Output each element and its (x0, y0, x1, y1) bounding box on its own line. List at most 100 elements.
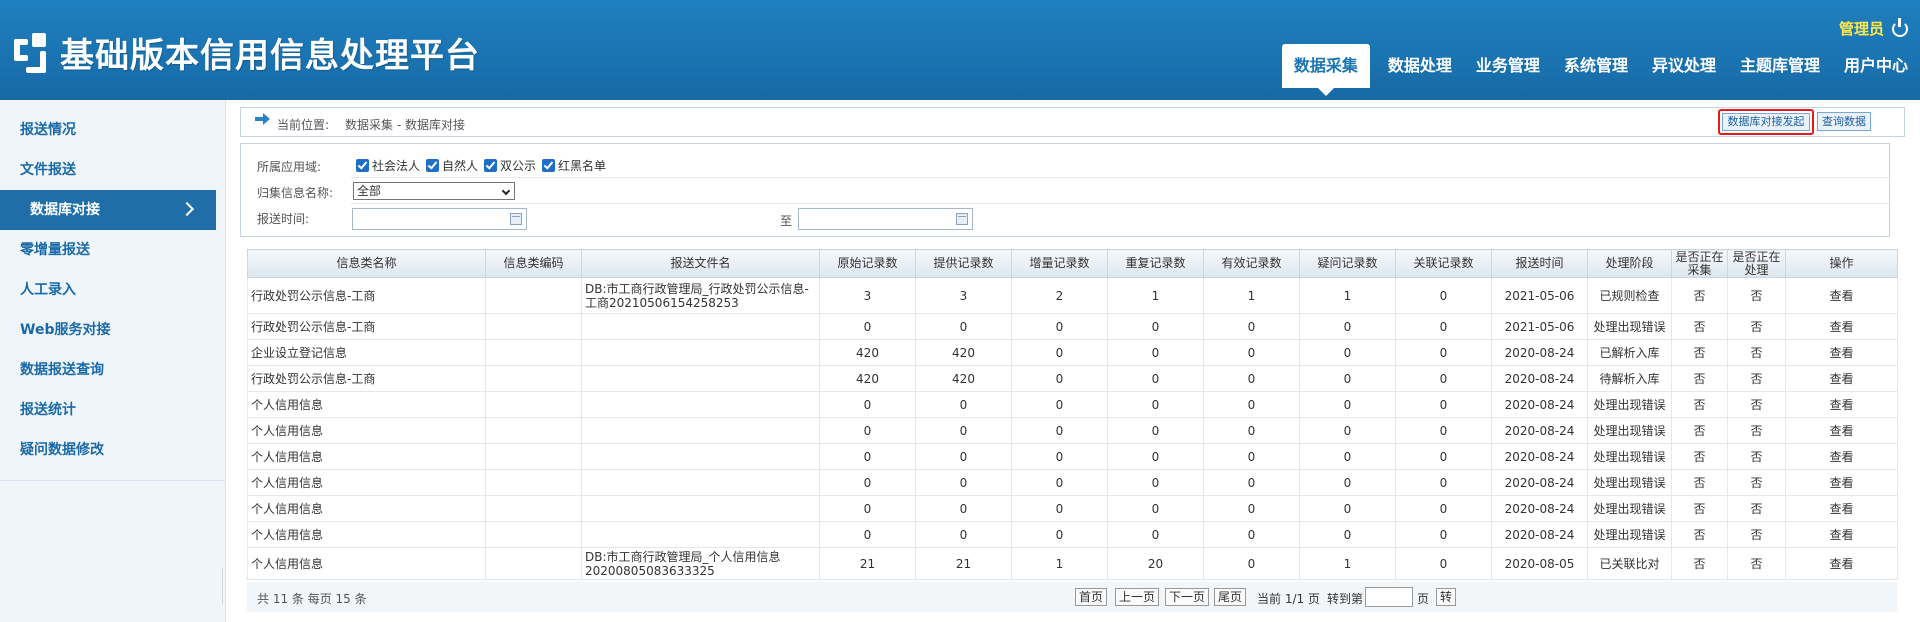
cell-processing: 否 (1727, 417, 1786, 444)
cell-action[interactable]: 查看 (1785, 443, 1898, 470)
view-link[interactable]: 查看 (1829, 346, 1853, 360)
cell-action[interactable]: 查看 (1785, 495, 1898, 522)
breadcrumb-path: 数据采集 - 数据库对接 (345, 118, 465, 132)
admin-name[interactable]: 管理员 (1839, 18, 1884, 39)
results-table-wrapper: 信息类名称 信息类编码 报送文件名 原始记录数 提供记录数 增量记录数 重复记录… (247, 249, 1898, 580)
sidebar-item-submission-query[interactable]: 数据报送查询 (0, 350, 225, 390)
view-link[interactable]: 查看 (1829, 450, 1853, 464)
cell-increment-count: 0 (1011, 391, 1108, 418)
cell-text: 处理出现错误 (1593, 450, 1666, 464)
nav-user-center[interactable]: 用户中心 (1832, 44, 1920, 88)
cell-text: 否 (1750, 450, 1763, 464)
cell-text: 2020-08-05 (1504, 556, 1575, 571)
cell-processing: 否 (1727, 547, 1786, 580)
cell-text: 21 (955, 556, 972, 571)
cell-collecting: 否 (1671, 391, 1728, 418)
power-icon[interactable] (1892, 17, 1908, 37)
cell-processing: 否 (1727, 313, 1786, 340)
nav-business-management[interactable]: 业务管理 (1464, 44, 1552, 88)
nav-data-processing[interactable]: 数据处理 (1376, 44, 1464, 88)
prev-page-button[interactable]: 上一页 (1115, 588, 1160, 606)
table-row: 个人信用信息 0 0 0 0 0 0 0 2020-08-24 处理出现错误 否 否 查看 (247, 495, 1898, 522)
view-link[interactable]: 查看 (1829, 528, 1853, 542)
cell-submit-time: 2020-08-24 (1491, 469, 1588, 496)
sidebar-item-file-submission[interactable]: 文件报送 (0, 150, 225, 190)
cell-info-class-code (485, 277, 582, 314)
cell-action[interactable]: 查看 (1785, 521, 1898, 548)
view-link[interactable]: 查看 (1829, 476, 1853, 490)
cell-submit-time: 2020-08-05 (1491, 547, 1588, 580)
cell-collecting: 否 (1671, 277, 1728, 314)
start-date-input[interactable] (352, 208, 527, 230)
col-duplicate-count: 重复记录数 (1107, 249, 1204, 278)
nav-objection-handling[interactable]: 异议处理 (1640, 44, 1728, 88)
cell-action[interactable]: 查看 (1785, 391, 1898, 418)
view-link[interactable]: 查看 (1829, 424, 1853, 438)
sidebar-collapse-handle[interactable] (222, 568, 228, 604)
cell-info-class-code (485, 365, 582, 392)
cell-text: 个人信用信息 (251, 398, 324, 412)
sidebar-item-zero-increment[interactable]: 零增量报送 (0, 230, 225, 270)
cell-text: 否 (1750, 557, 1763, 571)
cell-text: 0 (1439, 556, 1448, 571)
cell-action[interactable]: 查看 (1785, 313, 1898, 340)
cell-text: 否 (1750, 528, 1763, 542)
nav-system-management[interactable]: 系统管理 (1552, 44, 1640, 88)
query-data-button[interactable]: 查询数据 (1817, 112, 1871, 131)
view-link[interactable]: 查看 (1829, 372, 1853, 386)
cell-text: 0 (863, 527, 872, 542)
cell-action[interactable]: 查看 (1785, 365, 1898, 392)
cell-text: 个人信用信息 (251, 424, 324, 438)
cell-original-count: 0 (819, 313, 916, 340)
last-page-button[interactable]: 尾页 (1214, 588, 1247, 606)
cell-text: 0 (1247, 475, 1256, 490)
cell-action[interactable]: 查看 (1785, 277, 1898, 314)
cell-submit-time: 2020-08-24 (1491, 521, 1588, 548)
cell-related-count: 0 (1395, 365, 1492, 392)
goto-page-input[interactable] (1365, 587, 1413, 607)
cell-provided-count: 0 (915, 391, 1012, 418)
nav-data-collection[interactable]: 数据采集 (1281, 44, 1370, 96)
sidebar-item-manual-entry[interactable]: 人工录入 (0, 270, 225, 310)
cell-text: 2 (1055, 288, 1064, 303)
calendar-icon[interactable] (956, 213, 968, 225)
cell-action[interactable]: 查看 (1785, 417, 1898, 444)
view-link[interactable]: 查看 (1829, 398, 1853, 412)
cell-stage: 处理出现错误 (1587, 417, 1672, 444)
first-page-button[interactable]: 首页 (1075, 588, 1108, 606)
cell-question-count: 0 (1299, 417, 1396, 444)
launch-docking-button[interactable]: 数据库对接发起 (1718, 109, 1814, 135)
cell-action[interactable]: 查看 (1785, 339, 1898, 366)
cell-text: 0 (1439, 501, 1448, 516)
cell-stage: 处理出现错误 (1587, 469, 1672, 496)
sidebar-item-submission-status[interactable]: 报送情况 (0, 110, 225, 150)
sidebar-item-questionable-data[interactable]: 疑问数据修改 (0, 430, 225, 470)
view-link[interactable]: 查看 (1829, 289, 1853, 303)
cell-action[interactable]: 查看 (1785, 469, 1898, 496)
cell-question-count: 0 (1299, 521, 1396, 548)
cell-collecting: 否 (1671, 495, 1728, 522)
view-link[interactable]: 查看 (1829, 502, 1853, 516)
calendar-icon[interactable] (510, 213, 522, 225)
view-link[interactable]: 查看 (1829, 320, 1853, 334)
cell-duplicate-count: 0 (1107, 469, 1204, 496)
cell-provided-count: 0 (915, 469, 1012, 496)
cell-stage: 处理出现错误 (1587, 443, 1672, 470)
cell-valid-count: 0 (1203, 495, 1300, 522)
cell-text: 0 (1055, 501, 1064, 516)
next-page-button[interactable]: 下一页 (1165, 588, 1210, 606)
cell-text: 1 (1343, 288, 1352, 303)
nav-theme-library[interactable]: 主题库管理 (1728, 44, 1832, 88)
cell-text: 否 (1750, 502, 1763, 516)
sidebar-item-web-service[interactable]: Web服务对接 (0, 310, 225, 350)
cell-related-count: 0 (1395, 443, 1492, 470)
sidebar-item-statistics[interactable]: 报送统计 (0, 390, 225, 430)
user-area: 管理员 (1839, 17, 1908, 39)
cell-text: DB:市工商行政管理局_行政处罚公示信息-工商20210506154258253 (585, 281, 809, 310)
cell-action[interactable]: 查看 (1785, 547, 1898, 580)
view-link[interactable]: 查看 (1829, 557, 1853, 571)
goto-page-button[interactable]: 转 (1436, 588, 1457, 606)
cell-duplicate-count: 0 (1107, 365, 1204, 392)
end-date-input[interactable] (798, 208, 973, 230)
sidebar-item-database-docking[interactable]: 数据库对接 (0, 190, 216, 230)
